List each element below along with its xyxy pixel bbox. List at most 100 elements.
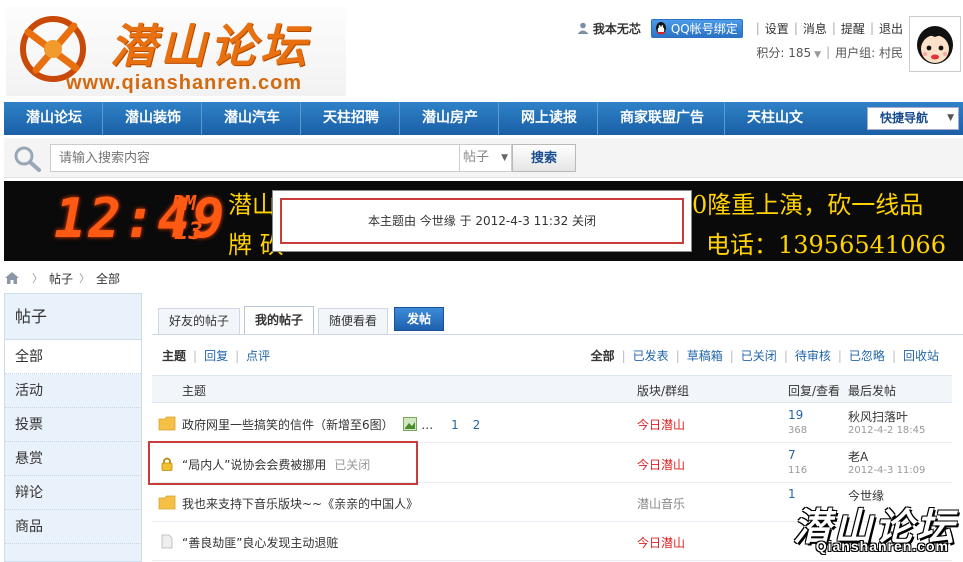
page-link-2[interactable]: 2 — [473, 418, 481, 432]
sidebar-item-debate[interactable]: 辩论 — [5, 476, 141, 510]
last-poster-link[interactable]: 老A — [848, 448, 868, 465]
subnav-threads[interactable]: 主题 — [162, 347, 186, 364]
nav-item-tianzhu[interactable]: 天柱山文 — [725, 102, 823, 135]
nav-item-ads[interactable]: 商家联盟广告 — [598, 102, 725, 135]
search-type-label: 帖子 — [463, 150, 490, 165]
tab-bar: 好友的帖子 我的帖子 随便看看 发帖 — [158, 305, 445, 335]
qq-bind-label: QQ帐号绑定 — [670, 21, 738, 36]
logo-text: 潜山论坛 — [110, 19, 310, 73]
site-header: 潜山论坛 www.qianshanren.com 我本无芯 QQ帐号绑定 | 设… — [0, 0, 963, 102]
settings-link[interactable]: 设置 — [765, 20, 789, 37]
sidebar-item-all[interactable]: 全部 — [5, 340, 141, 374]
separator: | — [729, 348, 734, 363]
home-icon[interactable] — [4, 271, 20, 285]
nav-item-forum[interactable]: 潜山论坛 — [4, 102, 103, 135]
col-subject: 主题 — [182, 384, 207, 398]
points-label: 积分: 185 — [756, 45, 812, 60]
view-count: 116 — [788, 465, 808, 476]
filter-drafts[interactable]: 草稿箱 — [687, 347, 723, 364]
search-bar: 帖子 ▼ 搜索 — [4, 138, 963, 178]
tab-browse[interactable]: 随便看看 — [318, 308, 389, 335]
subnav-replies[interactable]: 回复 — [204, 347, 228, 364]
folder-icon — [158, 416, 176, 431]
sidebar-item-activity[interactable]: 活动 — [5, 374, 141, 408]
breadcrumb: 〉 帖子 〉 全部 — [4, 268, 120, 288]
filter-closed[interactable]: 已关闭 — [741, 347, 777, 364]
sidebar-item-goods[interactable]: 商品 — [5, 510, 141, 544]
thread-title-link[interactable]: 我也来支持下音乐版块~~《亲亲的中国人》 — [182, 495, 418, 512]
thread-title: “善良劫匪”良心发现主动退赃 — [182, 536, 339, 550]
highlight-box — [148, 441, 418, 485]
filter-recycle[interactable]: 回收站 — [903, 347, 939, 364]
breadcrumb-separator: 〉 — [79, 272, 91, 285]
sidebar-item-reward[interactable]: 悬赏 — [5, 442, 141, 476]
messages-link[interactable]: 消息 — [803, 20, 827, 37]
image-attachment-icon — [403, 417, 418, 431]
reply-count[interactable]: 19 — [788, 408, 803, 422]
user-group-link[interactable]: 用户组: 村民 — [835, 44, 903, 61]
logout-link[interactable]: 退出 — [879, 20, 903, 37]
separator: | — [826, 45, 831, 59]
filter-pending[interactable]: 待审核 — [795, 347, 831, 364]
quick-nav-label: 快捷导航 — [880, 111, 929, 125]
breadcrumb-posts[interactable]: 帖子 — [49, 270, 73, 287]
filter-published[interactable]: 已发表 — [633, 347, 669, 364]
nav-item-decoration[interactable]: 潜山装饰 — [103, 102, 202, 135]
last-poster-link[interactable]: 秋风扫落叶 — [848, 408, 908, 425]
banner-text-line1-right: 0隆重上演，砍一线品 — [692, 191, 924, 219]
watermark-url: Qianshanren.com — [815, 538, 949, 554]
sidebar: 帖子 全部 活动 投票 悬赏 辩论 商品 — [4, 293, 142, 562]
sidebar-item-poll[interactable]: 投票 — [5, 408, 141, 442]
banner-clock-ampm: PM — [172, 191, 197, 215]
thread-title-link[interactable]: “善良劫匪”良心发现主动退赃 — [182, 534, 338, 551]
nav-item-jobs[interactable]: 天柱招聘 — [301, 102, 400, 135]
new-post-button[interactable]: 发帖 — [394, 307, 445, 331]
user-stats: 积分: 185 ▼ | 用户组: 村民 — [756, 42, 903, 62]
avatar[interactable] — [909, 16, 961, 72]
filter-all[interactable]: 全部 — [591, 347, 615, 364]
title-ellipsis: … — [421, 418, 434, 432]
page-link-1[interactable]: 1 — [451, 418, 459, 432]
chevron-down-icon: ▼ — [501, 153, 508, 163]
nav-item-realestate[interactable]: 潜山房产 — [400, 102, 499, 135]
chevron-down-icon: ▼ — [814, 49, 822, 60]
last-post-time: 2012-4-3 11:09 — [848, 465, 926, 476]
banner-text-line2-right: 电话：13956541066 — [706, 231, 946, 259]
username-link[interactable]: 我本无芯 — [593, 20, 641, 37]
qq-bind-button[interactable]: QQ帐号绑定 — [650, 18, 743, 38]
chevron-down-icon: ▼ — [947, 113, 954, 123]
tab-divider — [152, 334, 963, 335]
forum-link[interactable]: 潜山音乐 — [637, 495, 685, 512]
site-logo[interactable]: 潜山论坛 www.qianshanren.com — [6, 6, 346, 96]
closed-notice-text: 本主题由 今世缘 于 2012-4-3 11:32 关闭 — [280, 198, 684, 244]
forum-link[interactable]: 今日潜山 — [637, 416, 685, 433]
tab-friends-posts[interactable]: 好友的帖子 — [158, 308, 241, 335]
quick-nav-button[interactable]: 快捷导航 ▼ — [867, 107, 959, 130]
filter-ignored[interactable]: 已忽略 — [849, 347, 885, 364]
thread-title-link[interactable]: 政府网里一些搞笑的信件（新增至6图） … 1 2 — [182, 416, 480, 433]
search-icon — [14, 146, 41, 172]
tab-my-posts[interactable]: 我的帖子 — [244, 306, 315, 335]
thread-title: 我也来支持下音乐版块~~《亲亲的中国人》 — [182, 497, 419, 511]
closed-notice-popup: 本主题由 今世缘 于 2012-4-3 11:32 关闭 — [272, 190, 692, 252]
col-forum: 版块/群组 — [637, 384, 690, 398]
reminders-link[interactable]: 提醒 — [841, 20, 865, 37]
forum-link[interactable]: 今日潜山 — [637, 456, 685, 473]
table-row: 政府网里一些搞笑的信件（新增至6图） … 1 2 今日潜山 19 368 秋风扫… — [152, 404, 952, 443]
search-input[interactable] — [50, 144, 460, 172]
col-last-post: 最后发帖 — [848, 384, 897, 398]
breadcrumb-all: 全部 — [96, 271, 121, 286]
nav-item-auto[interactable]: 潜山汽车 — [202, 102, 301, 135]
logo-url: www.qianshanren.com — [66, 72, 303, 94]
qq-penguin-icon — [655, 22, 666, 34]
separator: | — [235, 348, 240, 363]
search-type-select[interactable]: 帖子 ▼ — [460, 144, 512, 172]
subnav-comments[interactable]: 点评 — [246, 347, 270, 364]
reply-count[interactable]: 7 — [788, 448, 796, 462]
search-button[interactable]: 搜索 — [512, 144, 576, 172]
separator: | — [793, 21, 798, 35]
forum-link[interactable]: 今日潜山 — [637, 534, 685, 551]
user-bar: 我本无芯 QQ帐号绑定 | 设置 | 消息 | 提醒 | 退出 — [577, 16, 903, 40]
points-link[interactable]: 积分: 185 ▼ — [756, 44, 821, 61]
nav-item-epaper[interactable]: 网上读报 — [499, 102, 598, 135]
